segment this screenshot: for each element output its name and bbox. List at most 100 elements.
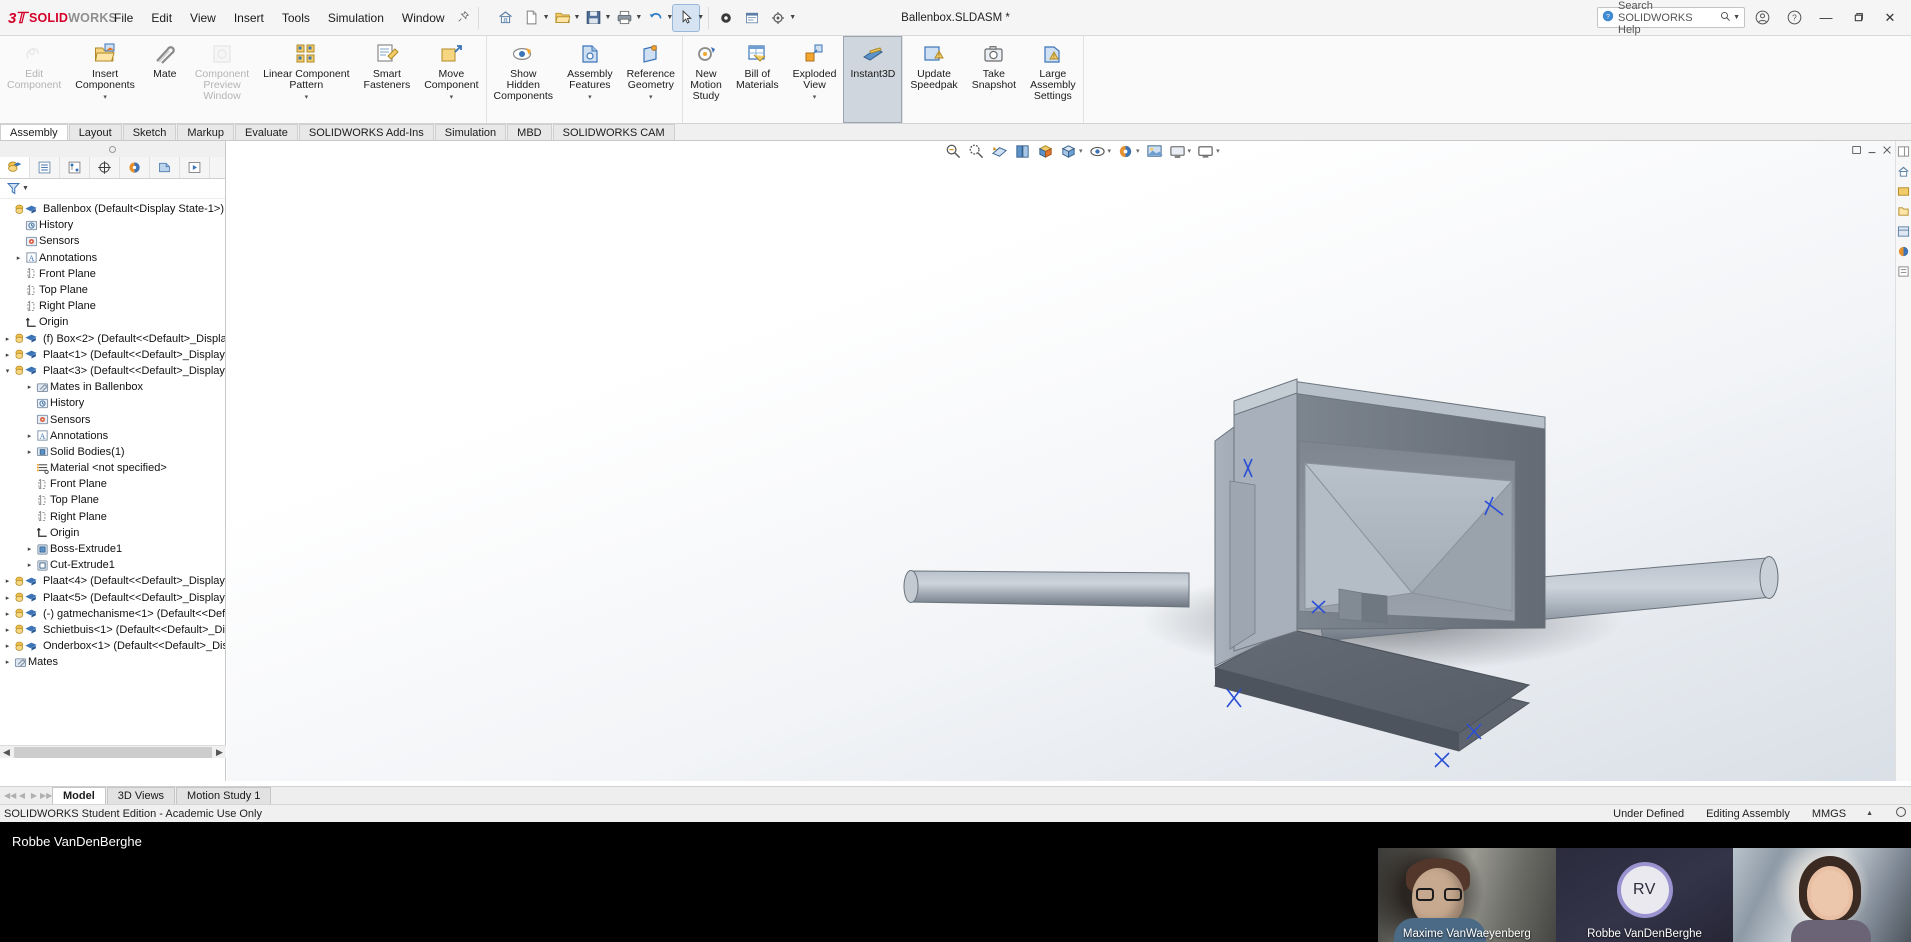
print-icon[interactable] bbox=[611, 5, 637, 31]
scroll-left-arrow-icon[interactable]: ◀ bbox=[0, 747, 13, 758]
tab-next-icon[interactable]: ▶ bbox=[28, 791, 40, 800]
search-caret-icon[interactable]: ▼ bbox=[1733, 14, 1740, 21]
tree-item-plaat-3[interactable]: ▾ Plaat<3> (Default<<Default>_Display Sta… bbox=[2, 363, 225, 379]
rebuild-status-icon[interactable] bbox=[1895, 806, 1907, 821]
tree-item-history[interactable]: History bbox=[2, 217, 225, 233]
expand-arrow-icon[interactable]: ▸ bbox=[24, 432, 35, 440]
reference-geometry-button-dropdown-icon[interactable]: ▾ bbox=[649, 92, 653, 103]
expand-arrow-icon[interactable]: ▸ bbox=[24, 545, 35, 553]
expand-arrow-icon[interactable]: ▸ bbox=[2, 351, 13, 359]
feature-manager-splitter[interactable] bbox=[0, 141, 225, 157]
scroll-right-arrow-icon[interactable]: ▶ bbox=[213, 747, 226, 758]
menu-file[interactable]: File bbox=[105, 6, 142, 30]
scroll-thumb[interactable] bbox=[14, 746, 212, 758]
tree-item-ballenbox[interactable]: Ballenbox (Default<Display State-1>) bbox=[2, 201, 225, 217]
undo-icon[interactable] bbox=[642, 5, 668, 31]
tree-item-mates-in-ballenbox[interactable]: ▸ Mates in Ballenbox bbox=[2, 379, 225, 395]
command-tab-simulation[interactable]: Simulation bbox=[434, 124, 507, 140]
tab-motion-study-1[interactable]: Motion Study 1 bbox=[176, 787, 272, 804]
tab-model[interactable]: Model bbox=[52, 787, 106, 804]
tree-item-sensors-2[interactable]: Sensors bbox=[2, 411, 225, 427]
feature-tree-tab[interactable] bbox=[0, 157, 30, 178]
undo-caret-icon[interactable]: ▼ bbox=[666, 14, 673, 21]
tree-item-top-plane-2[interactable]: Top Plane bbox=[2, 492, 225, 508]
tree-item-annotations[interactable]: ▸ A Annotations bbox=[2, 250, 225, 266]
tree-item-mates[interactable]: ▸ Mates bbox=[2, 654, 225, 670]
command-tab-sketch[interactable]: Sketch bbox=[122, 124, 177, 140]
insert-components-button-dropdown-icon[interactable]: ▾ bbox=[103, 92, 107, 103]
select-icon[interactable] bbox=[672, 3, 701, 32]
filter-caret-icon[interactable]: ▼ bbox=[22, 185, 29, 192]
expand-arrow-icon[interactable]: ▸ bbox=[2, 335, 13, 343]
tree-item-origin-2[interactable]: Origin bbox=[2, 525, 225, 541]
property-manager-tab[interactable] bbox=[30, 157, 60, 178]
menu-simulation[interactable]: Simulation bbox=[319, 6, 393, 30]
new-motion-study-button[interactable]: New Motion Study bbox=[683, 36, 729, 123]
custom-properties-icon[interactable] bbox=[1897, 265, 1910, 278]
tree-item-front-plane[interactable]: Front Plane bbox=[2, 266, 225, 282]
large-assembly-settings-button[interactable]: ! Large Assembly Settings bbox=[1023, 36, 1083, 123]
video-tile-robbe[interactable]: RV Robbe VanDenBerghe bbox=[1555, 848, 1734, 942]
save-icon[interactable] bbox=[580, 5, 606, 31]
rebuild-icon[interactable] bbox=[713, 5, 739, 31]
expand-arrow-icon[interactable]: ▸ bbox=[13, 254, 24, 262]
show-hidden-components-button[interactable]: Show Hidden Components bbox=[487, 36, 561, 123]
display-manager-tab[interactable] bbox=[120, 157, 150, 178]
linear-component-pattern-button[interactable]: Linear Component Pattern ▾ bbox=[256, 36, 356, 123]
minimize-button[interactable]: — bbox=[1811, 3, 1841, 33]
home-icon[interactable] bbox=[493, 5, 519, 31]
tab-prev-icon[interactable]: ◀ bbox=[16, 791, 28, 800]
task-pane-home-icon[interactable] bbox=[1897, 165, 1910, 178]
account-icon[interactable] bbox=[1747, 3, 1777, 33]
options-caret-icon[interactable]: ▼ bbox=[789, 14, 796, 21]
tree-item-gatmechanisme-1[interactable]: ▸ (-) gatmechanisme<1> (Default<<Default> bbox=[2, 606, 225, 622]
command-tab-layout[interactable]: Layout bbox=[68, 124, 122, 140]
tab-last-icon[interactable]: ▶▶ bbox=[40, 791, 52, 800]
tree-item-origin[interactable]: Origin bbox=[2, 314, 225, 330]
units-selector[interactable]: MMGS bbox=[1812, 808, 1846, 820]
expand-arrow-icon[interactable]: ▸ bbox=[2, 610, 13, 618]
file-properties-icon[interactable] bbox=[739, 5, 765, 31]
tree-item-right-plane-2[interactable]: Right Plane bbox=[2, 509, 225, 525]
menu-view[interactable]: View bbox=[181, 6, 225, 30]
units-caret-icon[interactable]: ▲ bbox=[1866, 810, 1873, 817]
take-snapshot-button[interactable]: Take Snapshot bbox=[965, 36, 1023, 123]
expand-arrow-icon[interactable]: ▸ bbox=[2, 642, 13, 650]
assembly-features-button-dropdown-icon[interactable]: ▾ bbox=[588, 92, 592, 103]
command-tab-solidworks-cam[interactable]: SOLIDWORKS CAM bbox=[552, 124, 675, 140]
instant3d-button[interactable]: Instant3D bbox=[843, 36, 903, 123]
menu-edit[interactable]: Edit bbox=[142, 6, 181, 30]
tree-item-plaat-1[interactable]: ▸ Plaat<1> (Default<<Default>_Display Sta… bbox=[2, 347, 225, 363]
graphics-area[interactable]: ▾ ▾ ▾ ▾ ▾ bbox=[227, 141, 1911, 781]
expand-arrow-icon[interactable]: ▸ bbox=[2, 626, 13, 634]
expand-arrow-icon[interactable]: ▸ bbox=[2, 658, 13, 666]
dimxpert-manager-tab[interactable] bbox=[90, 157, 120, 178]
expand-arrow-icon[interactable]: ▸ bbox=[2, 577, 13, 585]
tree-item-solid-bodies[interactable]: ▸ Solid Bodies(1) bbox=[2, 444, 225, 460]
open-document-icon[interactable] bbox=[550, 5, 576, 31]
tab-nav-arrows[interactable]: ◀◀ ◀ ▶ ▶▶ bbox=[4, 791, 52, 800]
design-library-icon[interactable] bbox=[1897, 185, 1910, 198]
command-tab-solidworks-add-ins[interactable]: SOLIDWORKS Add-Ins bbox=[298, 124, 434, 140]
tree-item-material[interactable]: Material <not specified> bbox=[2, 460, 225, 476]
menu-window[interactable]: Window bbox=[393, 6, 454, 30]
pin-icon[interactable] bbox=[454, 10, 474, 25]
smart-fasteners-button[interactable]: Smart Fasteners bbox=[357, 36, 418, 123]
expand-arrow-icon[interactable]: ▾ bbox=[2, 367, 13, 375]
display-pane-icon[interactable] bbox=[1897, 145, 1910, 158]
save-caret-icon[interactable]: ▼ bbox=[604, 14, 611, 21]
tree-item-schietbuis-1[interactable]: ▸ Schietbuis<1> (Default<<Default>_Displa… bbox=[2, 622, 225, 638]
mate-button[interactable]: Mate bbox=[142, 36, 188, 123]
help-icon[interactable]: ? bbox=[1779, 3, 1809, 33]
move-component-button-dropdown-icon[interactable]: ▾ bbox=[450, 92, 454, 103]
command-tab-markup[interactable]: Markup bbox=[177, 124, 235, 140]
feature-tree-hscrollbar[interactable]: ◀ ▶ bbox=[0, 745, 226, 758]
video-tile-third[interactable] bbox=[1733, 848, 1911, 942]
tree-item-sensors[interactable]: Sensors bbox=[2, 233, 225, 249]
command-tab-mbd[interactable]: MBD bbox=[507, 124, 552, 140]
tree-item-onderbox-1[interactable]: ▸ Onderbox<1> (Default<<Default>_Display bbox=[2, 638, 225, 654]
tree-item-cut-extrude1[interactable]: ▸ Cut-Extrude1 bbox=[2, 557, 225, 573]
tree-item-box-2[interactable]: ▸ (f) Box<2> (Default<<Default>_Display S… bbox=[2, 331, 225, 347]
configuration-manager-tab[interactable] bbox=[60, 157, 90, 178]
bill-of-materials-button[interactable]: Bill of Materials bbox=[729, 36, 786, 123]
